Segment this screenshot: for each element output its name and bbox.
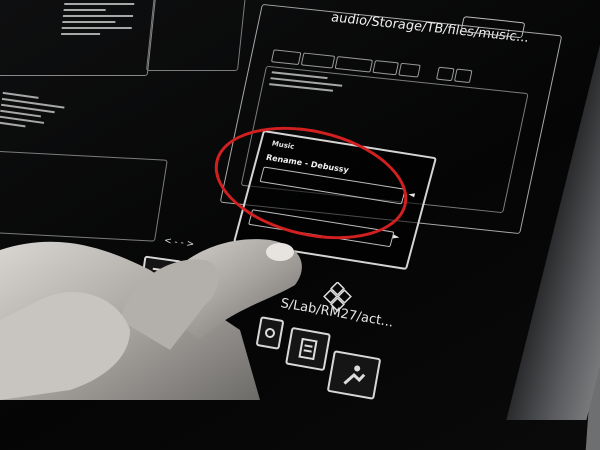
fingernail xyxy=(266,243,294,261)
